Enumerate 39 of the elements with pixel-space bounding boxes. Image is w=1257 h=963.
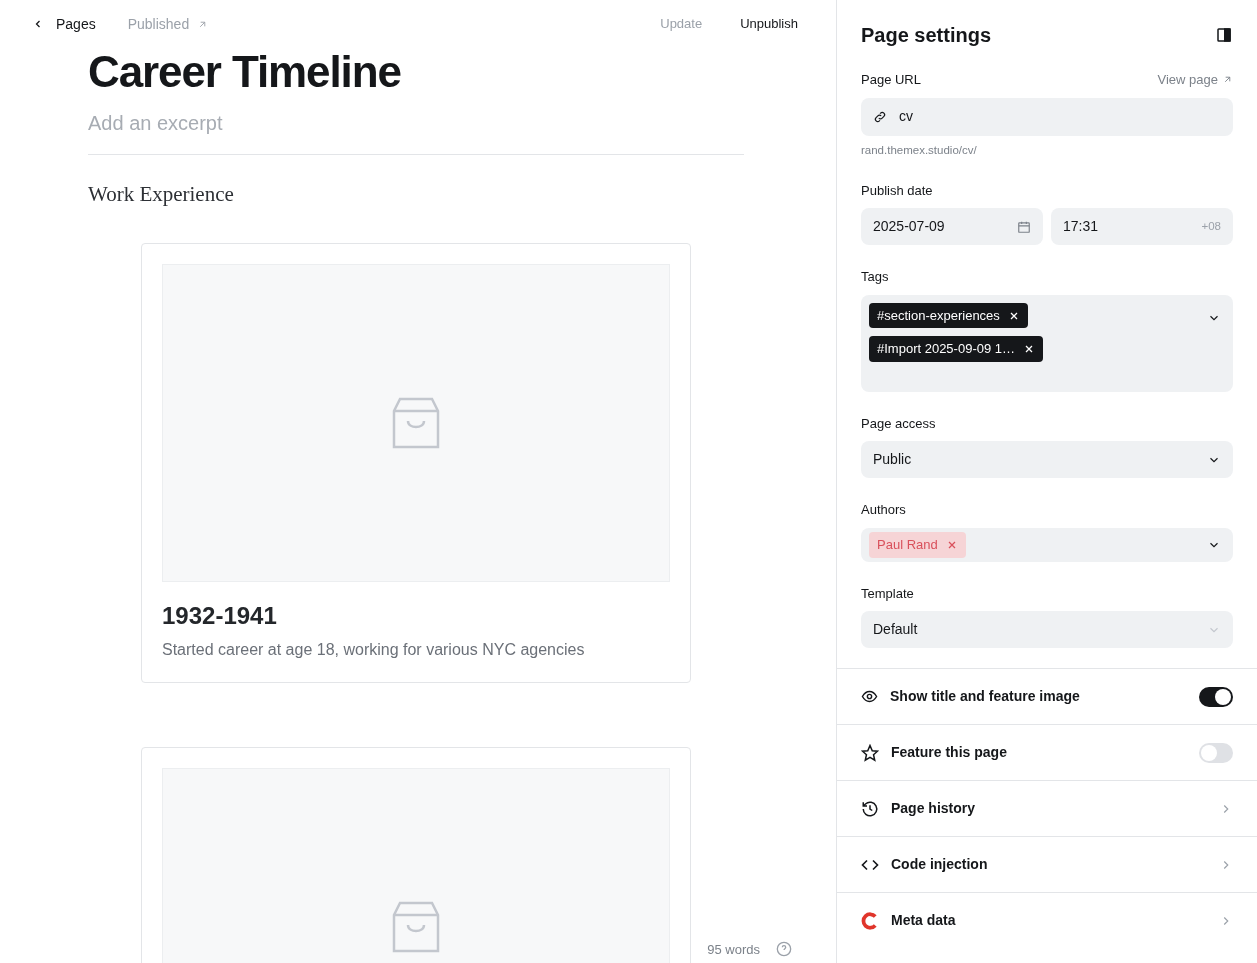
field-label: Template <box>861 584 915 603</box>
tag-chip: #section-experiences <box>869 302 1028 329</box>
panel-title: Page settings <box>861 23 992 48</box>
help-icon[interactable] <box>776 941 792 958</box>
view-page-link[interactable]: View page <box>1157 70 1233 90</box>
settings-row[interactable]: Show title and feature image <box>837 668 1257 725</box>
arc-icon <box>861 911 879 930</box>
author-chip: Paul Rand <box>869 532 966 558</box>
history-icon <box>861 799 879 818</box>
date-field[interactable]: 2025-07-09 <box>861 208 1043 246</box>
tag-chip: #Import 2025-09-09 1… <box>869 336 1044 362</box>
tags-field[interactable]: #section-experiences #Import 2025-09-09 1… <box>861 294 1233 392</box>
toggle-switch[interactable] <box>1199 686 1233 707</box>
header-button[interactable]: Unpublish <box>740 14 798 34</box>
field-label: Page access <box>861 414 937 433</box>
card-title: 1932-1941 <box>162 600 278 631</box>
access-select[interactable]: Public <box>861 441 1233 479</box>
field-label: Publish date <box>861 181 934 200</box>
excerpt-field[interactable]: Add an excerpt <box>88 108 744 156</box>
star-icon <box>861 743 879 762</box>
back-button[interactable]: Pages <box>32 13 96 35</box>
calendar-icon <box>1017 219 1031 234</box>
url-field[interactable]: cv <box>861 97 1233 136</box>
time-field[interactable]: 17:31 +08 <box>1051 208 1233 246</box>
field-label: Page URL <box>861 71 921 89</box>
section-heading: Work Experience <box>88 181 235 209</box>
page-title: Career Timeline <box>88 48 402 97</box>
settings-row[interactable]: Code injection <box>837 836 1257 893</box>
card-text: Started career at age 18, working for various NYC agencies <box>162 639 586 660</box>
settings-row[interactable]: Feature this page <box>837 724 1257 781</box>
settings-row[interactable]: Page history <box>837 780 1257 837</box>
field-label: Tags <box>861 268 890 287</box>
settings-row[interactable]: Meta data <box>837 892 1257 949</box>
sidebar-toggle-icon[interactable] <box>1215 26 1233 44</box>
field-label: Authors <box>861 501 907 520</box>
url-hint: rand.themex.studio/cv/ <box>861 142 978 158</box>
link-icon <box>873 109 887 124</box>
word-count: 95 words <box>707 940 760 959</box>
toggle-switch[interactable] <box>1199 742 1233 763</box>
